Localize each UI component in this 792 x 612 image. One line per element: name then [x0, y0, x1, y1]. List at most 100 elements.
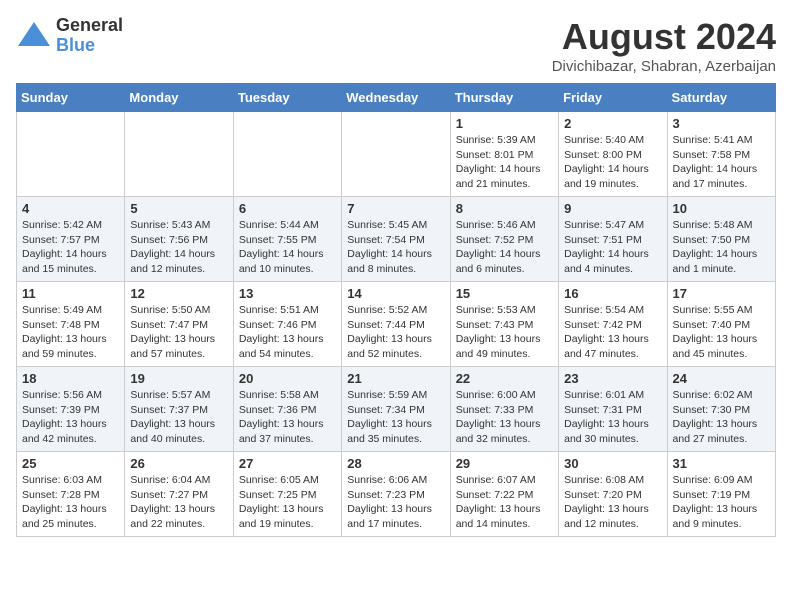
header-saturday: Saturday — [667, 84, 775, 112]
day-detail: Sunrise: 6:04 AM Sunset: 7:27 PM Dayligh… — [130, 473, 227, 532]
calendar-cell: 16 Sunrise: 5:54 AM Sunset: 7:42 PM Dayli… — [559, 282, 667, 367]
day-number: 31 — [673, 456, 770, 471]
logo-text: General Blue — [56, 16, 123, 56]
day-detail: Sunrise: 6:08 AM Sunset: 7:20 PM Dayligh… — [564, 473, 661, 532]
calendar-cell: 24 Sunrise: 6:02 AM Sunset: 7:30 PM Dayli… — [667, 367, 775, 452]
calendar-cell: 6Sunrise: 5:44 AM Sunset: 7:55 PM Daylig… — [233, 197, 341, 282]
calendar-cell: 18Sunrise: 5:56 AM Sunset: 7:39 PM Dayli… — [17, 367, 125, 452]
calendar-cell: 2 Sunrise: 5:40 AM Sunset: 8:00 PM Daylig… — [559, 112, 667, 197]
calendar-cell — [17, 112, 125, 197]
calendar-cell: 9 Sunrise: 5:47 AM Sunset: 7:51 PM Daylig… — [559, 197, 667, 282]
logo: General Blue — [16, 16, 123, 56]
day-detail: Sunrise: 6:02 AM Sunset: 7:30 PM Dayligh… — [673, 388, 770, 447]
day-detail: Sunrise: 5:53 AM Sunset: 7:43 PM Dayligh… — [456, 303, 553, 362]
calendar-cell: 28 Sunrise: 6:06 AM Sunset: 7:23 PM Dayli… — [342, 452, 450, 537]
header-thursday: Thursday — [450, 84, 558, 112]
calendar-cell: 22 Sunrise: 6:00 AM Sunset: 7:33 PM Dayli… — [450, 367, 558, 452]
header-tuesday: Tuesday — [233, 84, 341, 112]
calendar-cell — [125, 112, 233, 197]
header-friday: Friday — [559, 84, 667, 112]
logo-blue: Blue — [56, 36, 123, 56]
day-detail: Sunrise: 5:40 AM Sunset: 8:00 PM Dayligh… — [564, 133, 661, 192]
day-number: 19 — [130, 371, 227, 386]
calendar-cell — [342, 112, 450, 197]
day-number: 17 — [673, 286, 770, 301]
calendar-cell: 11 Sunrise: 5:49 AM Sunset: 7:48 PM Dayli… — [17, 282, 125, 367]
day-detail: Sunrise: 5:42 AM Sunset: 7:57 PM Dayligh… — [22, 218, 119, 277]
day-detail: Sunrise: 6:00 AM Sunset: 7:33 PM Dayligh… — [456, 388, 553, 447]
day-number: 27 — [239, 456, 336, 471]
calendar-cell: 10Sunrise: 5:48 AM Sunset: 7:50 PM Dayli… — [667, 197, 775, 282]
day-number: 12 — [130, 286, 227, 301]
calendar-cell: 19 Sunrise: 5:57 AM Sunset: 7:37 PM Dayli… — [125, 367, 233, 452]
day-number: 4 — [22, 201, 119, 216]
calendar-cell: 7Sunrise: 5:45 AM Sunset: 7:54 PM Daylig… — [342, 197, 450, 282]
day-number: 23 — [564, 371, 661, 386]
day-detail: Sunrise: 6:06 AM Sunset: 7:23 PM Dayligh… — [347, 473, 444, 532]
day-detail: Sunrise: 5:47 AM Sunset: 7:51 PM Dayligh… — [564, 218, 661, 277]
logo-icon — [16, 18, 52, 54]
day-number: 21 — [347, 371, 444, 386]
calendar-week-4: 18Sunrise: 5:56 AM Sunset: 7:39 PM Dayli… — [17, 367, 776, 452]
day-detail: Sunrise: 5:39 AM Sunset: 8:01 PM Dayligh… — [456, 133, 553, 192]
month-title: August 2024 — [552, 16, 776, 58]
day-detail: Sunrise: 5:55 AM Sunset: 7:40 PM Dayligh… — [673, 303, 770, 362]
calendar-cell: 29 Sunrise: 6:07 AM Sunset: 7:22 PM Dayli… — [450, 452, 558, 537]
calendar-week-1: 1 Sunrise: 5:39 AM Sunset: 8:01 PM Daylig… — [17, 112, 776, 197]
day-detail: Sunrise: 5:44 AM Sunset: 7:55 PM Dayligh… — [239, 218, 336, 277]
day-number: 25 — [22, 456, 119, 471]
location: Divichibazar, Shabran, Azerbaijan — [552, 58, 776, 75]
calendar-cell: 23 Sunrise: 6:01 AM Sunset: 7:31 PM Dayli… — [559, 367, 667, 452]
day-detail: Sunrise: 6:09 AM Sunset: 7:19 PM Dayligh… — [673, 473, 770, 532]
day-number: 22 — [456, 371, 553, 386]
day-detail: Sunrise: 5:54 AM Sunset: 7:42 PM Dayligh… — [564, 303, 661, 362]
calendar-cell: 27 Sunrise: 6:05 AM Sunset: 7:25 PM Dayli… — [233, 452, 341, 537]
day-number: 2 — [564, 116, 661, 131]
logo-general: General — [56, 16, 123, 36]
calendar-cell: 30Sunrise: 6:08 AM Sunset: 7:20 PM Dayli… — [559, 452, 667, 537]
day-number: 29 — [456, 456, 553, 471]
day-detail: Sunrise: 6:07 AM Sunset: 7:22 PM Dayligh… — [456, 473, 553, 532]
day-detail: Sunrise: 5:41 AM Sunset: 7:58 PM Dayligh… — [673, 133, 770, 192]
header-sunday: Sunday — [17, 84, 125, 112]
day-number: 1 — [456, 116, 553, 131]
day-detail: Sunrise: 5:46 AM Sunset: 7:52 PM Dayligh… — [456, 218, 553, 277]
calendar-cell: 17 Sunrise: 5:55 AM Sunset: 7:40 PM Dayli… — [667, 282, 775, 367]
day-number: 24 — [673, 371, 770, 386]
calendar-week-2: 4 Sunrise: 5:42 AM Sunset: 7:57 PM Daylig… — [17, 197, 776, 282]
calendar-cell: 8Sunrise: 5:46 AM Sunset: 7:52 PM Daylig… — [450, 197, 558, 282]
day-detail: Sunrise: 6:03 AM Sunset: 7:28 PM Dayligh… — [22, 473, 119, 532]
calendar-week-3: 11 Sunrise: 5:49 AM Sunset: 7:48 PM Dayli… — [17, 282, 776, 367]
calendar-cell: 14 Sunrise: 5:52 AM Sunset: 7:44 PM Dayli… — [342, 282, 450, 367]
day-detail: Sunrise: 5:56 AM Sunset: 7:39 PM Dayligh… — [22, 388, 119, 447]
calendar-cell: 4 Sunrise: 5:42 AM Sunset: 7:57 PM Daylig… — [17, 197, 125, 282]
page-header: General Blue August 2024 Divichibazar, S… — [16, 16, 776, 75]
day-number: 11 — [22, 286, 119, 301]
calendar-cell: 20 Sunrise: 5:58 AM Sunset: 7:36 PM Dayli… — [233, 367, 341, 452]
calendar-cell: 31 Sunrise: 6:09 AM Sunset: 7:19 PM Dayli… — [667, 452, 775, 537]
day-number: 28 — [347, 456, 444, 471]
day-detail: Sunrise: 6:01 AM Sunset: 7:31 PM Dayligh… — [564, 388, 661, 447]
day-detail: Sunrise: 5:48 AM Sunset: 7:50 PM Dayligh… — [673, 218, 770, 277]
calendar-cell: 21Sunrise: 5:59 AM Sunset: 7:34 PM Dayli… — [342, 367, 450, 452]
calendar-cell: 15 Sunrise: 5:53 AM Sunset: 7:43 PM Dayli… — [450, 282, 558, 367]
day-number: 20 — [239, 371, 336, 386]
day-detail: Sunrise: 5:58 AM Sunset: 7:36 PM Dayligh… — [239, 388, 336, 447]
calendar-cell — [233, 112, 341, 197]
day-detail: Sunrise: 6:05 AM Sunset: 7:25 PM Dayligh… — [239, 473, 336, 532]
day-detail: Sunrise: 5:50 AM Sunset: 7:47 PM Dayligh… — [130, 303, 227, 362]
calendar-cell: 26Sunrise: 6:04 AM Sunset: 7:27 PM Dayli… — [125, 452, 233, 537]
day-detail: Sunrise: 5:51 AM Sunset: 7:46 PM Dayligh… — [239, 303, 336, 362]
day-number: 3 — [673, 116, 770, 131]
day-detail: Sunrise: 5:52 AM Sunset: 7:44 PM Dayligh… — [347, 303, 444, 362]
day-detail: Sunrise: 5:49 AM Sunset: 7:48 PM Dayligh… — [22, 303, 119, 362]
day-number: 14 — [347, 286, 444, 301]
header-monday: Monday — [125, 84, 233, 112]
day-number: 15 — [456, 286, 553, 301]
day-detail: Sunrise: 5:43 AM Sunset: 7:56 PM Dayligh… — [130, 218, 227, 277]
calendar-cell: 13Sunrise: 5:51 AM Sunset: 7:46 PM Dayli… — [233, 282, 341, 367]
day-detail: Sunrise: 5:57 AM Sunset: 7:37 PM Dayligh… — [130, 388, 227, 447]
day-number: 7 — [347, 201, 444, 216]
day-number: 16 — [564, 286, 661, 301]
day-number: 9 — [564, 201, 661, 216]
